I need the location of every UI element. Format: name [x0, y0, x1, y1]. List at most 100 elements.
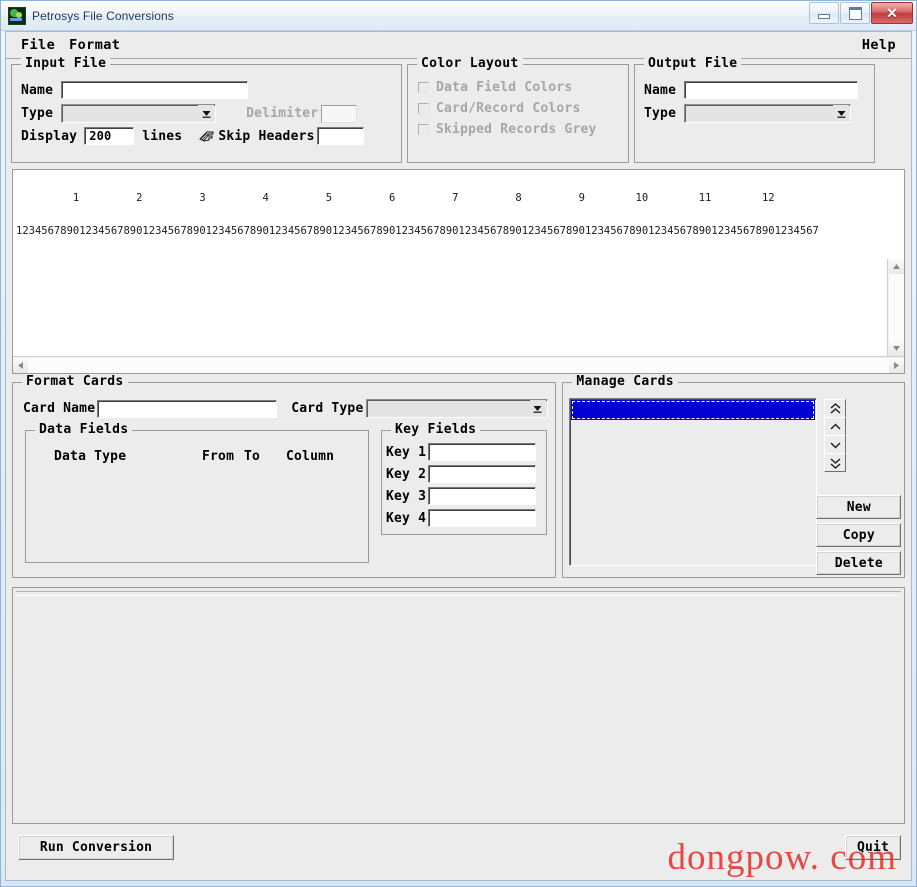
output-file-group: Output File Name Type: [634, 56, 875, 163]
scroll-down-icon[interactable]: [888, 341, 904, 356]
format-cards-legend: Format Cards: [22, 374, 128, 389]
manage-cards-list[interactable]: [569, 398, 818, 566]
checkbox-data-field-colors[interactable]: Data Field Colors: [418, 77, 597, 98]
checkbox-icon: [418, 124, 429, 135]
checkbox-skipped-records-grey[interactable]: Skipped Records Grey: [418, 119, 597, 140]
double-up-icon: [830, 402, 841, 414]
pointing-hand-icon[interactable]: [199, 130, 215, 143]
app-icon: [8, 6, 26, 25]
copy-card-button[interactable]: Copy: [816, 523, 902, 547]
copy-card-label: Copy: [842, 527, 875, 543]
key-1-field[interactable]: [428, 443, 537, 461]
data-fields-legend: Data Fields: [35, 422, 133, 437]
ruler-tens-row: 1 2 3 4 5 6 7 8 9 10 11 12: [16, 192, 775, 204]
menu-right-group: Help: [855, 32, 903, 58]
preview-text-area[interactable]: [13, 259, 887, 356]
display-label: Display: [21, 128, 78, 144]
move-down-button[interactable]: [824, 435, 847, 454]
display-lines-value: 200: [89, 129, 112, 143]
conversion-log-panel[interactable]: [12, 587, 905, 824]
menu-bar: File Format Help: [6, 32, 911, 59]
checkbox-card-record-colors[interactable]: Card/Record Colors: [418, 98, 597, 119]
minimize-icon: [818, 13, 830, 19]
manage-cards-group: Manage Cards New Copy Delete: [562, 374, 905, 578]
move-up-button[interactable]: [824, 417, 847, 436]
input-file-legend: Input File: [21, 56, 111, 71]
skip-headers-label: Skip Headers: [218, 128, 315, 144]
card-type-combo[interactable]: [365, 399, 548, 418]
key-4-field[interactable]: [428, 509, 537, 527]
checkbox-label: Data Field Colors: [436, 80, 573, 95]
caption-buttons: ✕: [808, 2, 913, 24]
manage-cards-action-buttons: New Copy Delete: [816, 495, 902, 575]
checkbox-label: Skipped Records Grey: [436, 122, 597, 137]
column-ruler: 1 2 3 4 5 6 7 8 9 10 11 12 1234567890123…: [13, 170, 904, 259]
input-name-label: Name: [21, 82, 54, 98]
data-fields-group: Data Fields Data Type From To Column: [25, 422, 369, 563]
menu-item-file[interactable]: File: [14, 35, 62, 55]
preview-vertical-scrollbar[interactable]: [887, 259, 904, 356]
preview-horizontal-scrollbar[interactable]: [13, 356, 904, 373]
scroll-right-icon[interactable]: [889, 357, 904, 373]
display-lines-field[interactable]: 200: [84, 127, 135, 145]
column-header-data-type: Data Type: [54, 449, 127, 464]
vertical-scroll-track[interactable]: [888, 274, 904, 341]
data-fields-rows[interactable]: [28, 471, 366, 560]
top-settings-row: Input File Name Type Delimiter Display 2…: [6, 56, 911, 163]
run-conversion-label: Run Conversion: [39, 840, 153, 855]
delete-card-label: Delete: [834, 555, 883, 571]
panel-divider: [16, 591, 901, 596]
column-header-column: Column: [286, 449, 335, 464]
key-1-label: Key 1: [386, 444, 427, 460]
window-title: Petrosys File Conversions: [32, 8, 174, 23]
output-type-combo[interactable]: [684, 104, 852, 123]
key-field-row-1: Key 1: [386, 443, 537, 461]
scroll-left-icon[interactable]: [13, 357, 28, 373]
key-3-field[interactable]: [428, 487, 537, 505]
format-cards-group: Format Cards Card Name Card Type Data Fi…: [12, 374, 557, 578]
column-header-to: To: [244, 449, 261, 464]
input-type-combo[interactable]: [61, 104, 217, 123]
chevron-down-icon[interactable]: [833, 105, 850, 122]
key-3-label: Key 3: [386, 488, 427, 504]
minimize-button[interactable]: [809, 2, 839, 24]
card-name-label: Card Name: [23, 401, 96, 416]
application-window: Petrosys File Conversions ✕ File Format …: [0, 0, 917, 887]
preview-body: [13, 259, 904, 356]
key-2-field[interactable]: [428, 465, 537, 483]
quit-button[interactable]: Quit: [845, 835, 901, 860]
menu-item-format[interactable]: Format: [62, 35, 127, 55]
input-name-field[interactable]: [61, 81, 249, 99]
chevron-down-icon[interactable]: [198, 105, 215, 122]
run-conversion-button[interactable]: Run Conversion: [18, 835, 174, 860]
skip-headers-field[interactable]: [316, 127, 364, 145]
delimiter-label: Delimiter: [246, 106, 319, 121]
list-item[interactable]: [571, 400, 816, 420]
output-name-label: Name: [644, 82, 677, 98]
new-card-button[interactable]: New: [816, 495, 902, 519]
key-field-row-2: Key 2: [386, 465, 537, 483]
close-button[interactable]: ✕: [871, 2, 913, 24]
chevron-down-icon[interactable]: [529, 400, 546, 417]
key-4-label: Key 4: [386, 510, 427, 526]
key-field-row-3: Key 3: [386, 487, 537, 505]
output-name-field[interactable]: [684, 81, 859, 99]
double-down-icon: [830, 457, 841, 469]
close-icon: ✕: [886, 5, 898, 21]
card-name-field[interactable]: [97, 399, 278, 418]
move-to-bottom-button[interactable]: [824, 453, 847, 472]
output-file-legend: Output File: [644, 56, 742, 71]
scroll-up-icon[interactable]: [888, 259, 904, 274]
horizontal-scroll-track[interactable]: [28, 357, 889, 373]
input-type-label: Type: [21, 106, 54, 121]
move-to-top-button[interactable]: [824, 399, 847, 418]
output-type-label: Type: [644, 106, 677, 121]
color-layout-group: Color Layout Data Field Colors Card/Reco…: [407, 56, 629, 163]
delete-card-button[interactable]: Delete: [816, 551, 902, 575]
color-layout-legend: Color Layout: [417, 56, 523, 71]
maximize-button[interactable]: [840, 2, 870, 24]
manage-cards-nav-buttons: [824, 399, 847, 472]
input-file-group: Input File Name Type Delimiter Display 2…: [11, 56, 402, 163]
menu-item-help[interactable]: Help: [855, 35, 903, 55]
delimiter-field: [321, 104, 358, 123]
